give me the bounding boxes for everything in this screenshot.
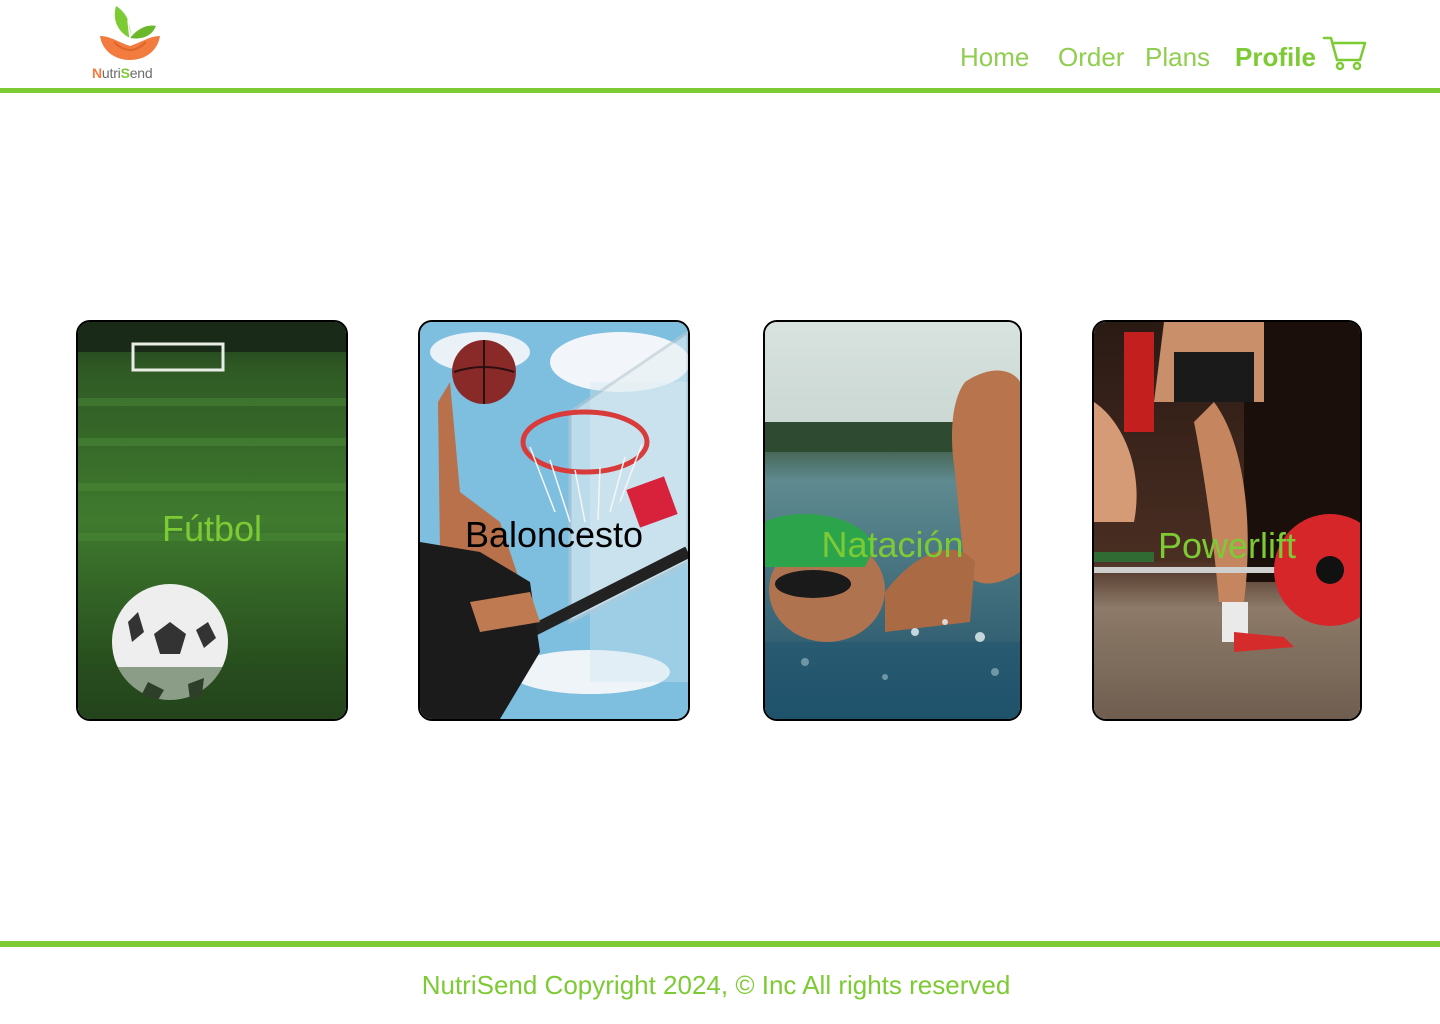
sport-card-powerlift[interactable]: Powerlift xyxy=(1092,320,1362,721)
footer-copyright: NutriSend Copyright 2024, © Inc All righ… xyxy=(421,970,1011,1000)
nav-profile-link[interactable]: Profile xyxy=(1235,42,1316,73)
cart-icon[interactable] xyxy=(1322,34,1368,77)
card-label: Natación xyxy=(821,524,964,565)
header-divider xyxy=(0,88,1440,93)
swimming-photo xyxy=(765,322,1020,719)
leaf-bowl-logo-icon xyxy=(100,6,160,60)
brand-logo[interactable]: NutriSend xyxy=(88,2,174,84)
brand-letter-n: N xyxy=(92,65,102,81)
site-header: NutriSend Home Order Plans Profile xyxy=(0,0,1440,88)
brand-letters-utri: utri xyxy=(101,65,121,81)
brand-letter-s: S xyxy=(120,65,130,81)
card-label: Powerlift xyxy=(1157,525,1297,566)
card-label: Fútbol xyxy=(161,508,263,549)
sport-card-baloncesto[interactable]: Baloncesto xyxy=(418,320,690,721)
powerlift-photo xyxy=(1094,322,1360,719)
nav-home-link[interactable]: Home xyxy=(960,42,1029,73)
sport-card-natacion[interactable]: Natación xyxy=(763,320,1022,721)
brand-letters-end: end xyxy=(129,65,153,81)
card-label: Baloncesto xyxy=(464,514,644,555)
nav-plans-link[interactable]: Plans xyxy=(1145,42,1210,73)
sport-card-futbol[interactable]: Fútbol xyxy=(76,320,348,721)
nav-order-link[interactable]: Order xyxy=(1058,42,1124,73)
footer-divider xyxy=(0,941,1440,947)
brand-wordmark: NutriSend xyxy=(92,65,153,81)
